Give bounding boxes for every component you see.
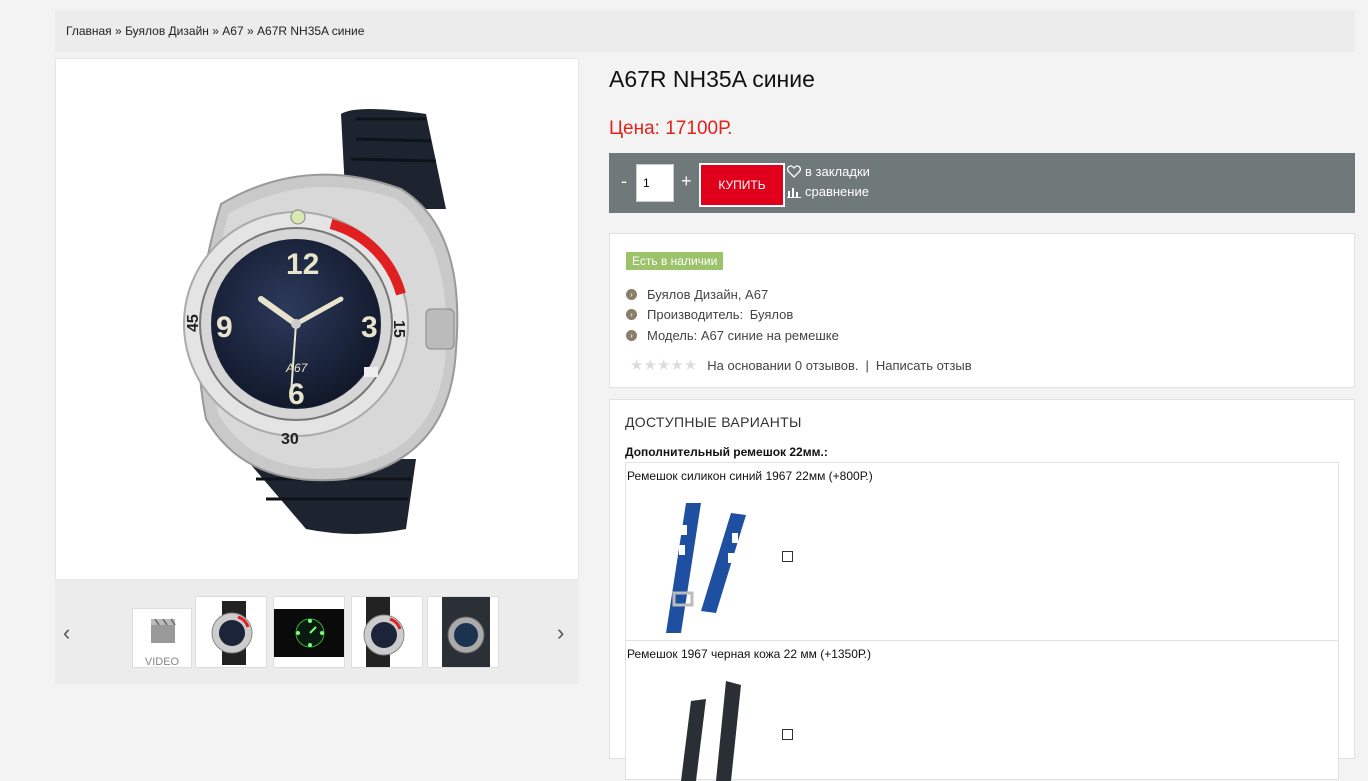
variant-checkbox[interactable] — [782, 551, 793, 562]
category-link[interactable]: Буялов Дизайн, А67 — [647, 287, 768, 302]
variant-option[interactable]: Ремешок 1967 черная кожа 22 мм (+1350Р.) — [625, 640, 1339, 781]
thumb-watch-image — [211, 601, 253, 665]
thumb-lume-image — [274, 609, 344, 657]
variant-option[interactable]: Ремешок силикон синий 1967 22мм (+800Р.) — [625, 462, 1339, 641]
write-review-link[interactable]: Написать отзыв — [876, 358, 972, 373]
rating-stars-icon: ★★★★★ — [630, 357, 698, 374]
buy-bar: - + купить в закладки сравнение — [609, 153, 1355, 213]
svg-text:12: 12 — [286, 248, 319, 281]
thumb-watch-angle-image — [442, 597, 490, 667]
product-info-box: Есть в наличии › Буялов Дизайн, А67 › Пр… — [609, 233, 1355, 388]
thumb-watch-side-image — [363, 597, 405, 667]
breadcrumb-home[interactable]: Главная — [66, 24, 112, 38]
variants-box: ДОСТУПНЫЕ ВАРИАНТЫ Дополнительный ремешо… — [609, 399, 1355, 781]
product-gallery: 12 3 6 9 A67 45 15 30 ‹ › VIDEO — [55, 58, 579, 684]
chevron-right-icon: › — [626, 329, 637, 341]
svg-text:15: 15 — [390, 320, 407, 338]
attribute-manufacturer: › Производитель: Буялов — [626, 305, 839, 326]
next-arrow-icon[interactable]: › — [557, 620, 564, 646]
manufacturer-link[interactable]: Буялов — [750, 307, 794, 322]
product-attributes: › Буялов Дизайн, А67 › Производитель: Бу… — [626, 284, 839, 346]
variant-group-label: Дополнительный ремешок 22мм.: — [625, 445, 828, 459]
svg-text:30: 30 — [281, 431, 299, 448]
stock-badge: Есть в наличии — [626, 252, 724, 270]
quantity-input[interactable] — [636, 164, 674, 202]
thumbnail-1[interactable] — [195, 596, 267, 668]
svg-text:A67: A67 — [285, 361, 309, 375]
watch-image: 12 3 6 9 A67 45 15 30 — [183, 109, 459, 534]
breadcrumb-sep: » — [212, 24, 219, 38]
video-label: VIDEO — [144, 656, 180, 668]
variants-heading: ДОСТУПНЫЕ ВАРИАНТЫ — [625, 414, 802, 430]
thumbnail-strip: ‹ › VIDEO — [55, 580, 579, 684]
breadcrumb-current: А67R NH35A синие — [257, 24, 365, 38]
variant-checkbox[interactable] — [782, 729, 793, 740]
manufacturer-label: Производитель: — [647, 307, 747, 323]
video-clapper-icon — [151, 618, 176, 643]
bookmark-link[interactable]: в закладки — [787, 164, 870, 179]
breadcrumb-model[interactable]: А67 — [222, 24, 243, 38]
svg-text:6: 6 — [288, 378, 305, 411]
qty-plus-button[interactable]: + — [681, 171, 692, 192]
compare-link[interactable]: сравнение — [787, 184, 869, 199]
heart-icon — [787, 165, 801, 178]
svg-text:45: 45 — [185, 314, 202, 332]
buy-button[interactable]: купить — [699, 163, 785, 207]
chevron-right-icon: › — [626, 309, 637, 321]
thumbnail-video[interactable]: VIDEO — [132, 608, 192, 668]
bookmark-label: в закладки — [805, 164, 870, 179]
thumbnail-3[interactable] — [351, 596, 423, 668]
main-product-image[interactable]: 12 3 6 9 A67 45 15 30 — [55, 58, 579, 580]
rating-row: ★★★★★ На основании 0 отзывов. | Написать… — [630, 356, 972, 374]
thumbnail-4[interactable] — [427, 596, 499, 668]
breadcrumb: Главная » Буялов Дизайн » А67 » А67R NH3… — [55, 10, 1355, 52]
review-separator: | — [865, 357, 869, 373]
blue-strap-image — [666, 503, 746, 633]
product-title: А67R NH35A синие — [609, 66, 815, 92]
breadcrumb-brand[interactable]: Буялов Дизайн — [125, 24, 209, 38]
svg-text:9: 9 — [216, 311, 233, 344]
prev-arrow-icon[interactable]: ‹ — [63, 620, 70, 646]
breadcrumb-sep: » — [115, 24, 122, 38]
product-price: Цена: 17100Р. — [609, 118, 733, 139]
attribute-model: › Модель: А67 синие на ремешке — [626, 325, 839, 346]
reviews-link[interactable]: На основании 0 отзывов. — [707, 358, 858, 373]
variant-option-label: Ремешок силикон синий 1967 22мм (+800Р.) — [627, 469, 873, 483]
variant-option-label: Ремешок 1967 черная кожа 22 мм (+1350Р.) — [627, 647, 871, 661]
compare-label: сравнение — [805, 184, 869, 199]
chevron-right-icon: › — [626, 288, 637, 300]
model-text: Модель: А67 синие на ремешке — [647, 327, 839, 343]
breadcrumb-sep: » — [246, 24, 254, 38]
svg-text:3: 3 — [361, 311, 378, 344]
thumbnail-2[interactable] — [273, 596, 345, 668]
qty-minus-button[interactable]: - — [621, 171, 627, 192]
black-strap-image — [681, 681, 741, 781]
bar-chart-icon — [787, 187, 801, 198]
attribute-category: › Буялов Дизайн, А67 — [626, 284, 839, 305]
